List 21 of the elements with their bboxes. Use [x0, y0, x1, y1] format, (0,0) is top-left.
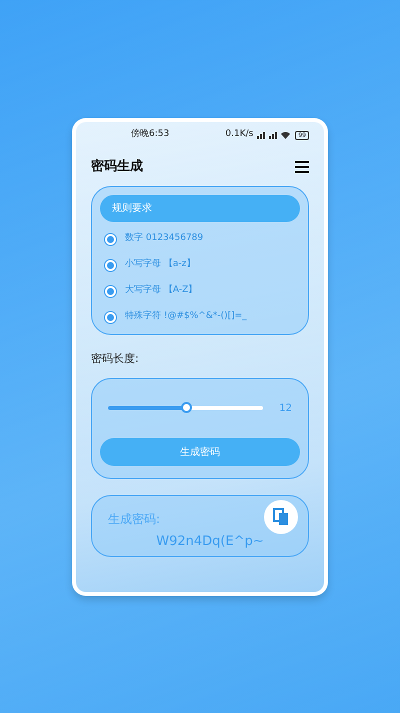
option-label: 小写字母 【a-z】 [125, 258, 196, 272]
copy-icon[interactable] [264, 500, 298, 534]
option-label: 大写字母 【A-Z】 [125, 284, 198, 298]
network-speed: 0.1K/s [225, 128, 254, 142]
option-label: 数字 0123456789 [125, 232, 204, 246]
result-label: 生成密码: [108, 511, 162, 528]
slider-thumb[interactable] [180, 402, 192, 413]
radio-button[interactable] [104, 310, 117, 324]
length-label: 密码长度: [91, 351, 140, 367]
generate-button[interactable]: 生成密码 [100, 438, 300, 466]
rules-header: 规则要求 [100, 195, 300, 222]
radio-button[interactable] [104, 232, 117, 246]
app-title: 密码生成 [91, 158, 143, 176]
menu-icon[interactable] [295, 161, 309, 173]
status-time: 傍晚6:53 [131, 128, 170, 142]
signal-icon [257, 131, 292, 139]
password-text: W92n4Dq(E^p~ [155, 533, 265, 551]
length-value: 12 [279, 402, 292, 416]
radio-button[interactable] [104, 258, 117, 272]
radio-button[interactable] [104, 284, 117, 298]
option-label: 特殊字符 !@#$%^&*-()[]=_ [125, 310, 247, 324]
